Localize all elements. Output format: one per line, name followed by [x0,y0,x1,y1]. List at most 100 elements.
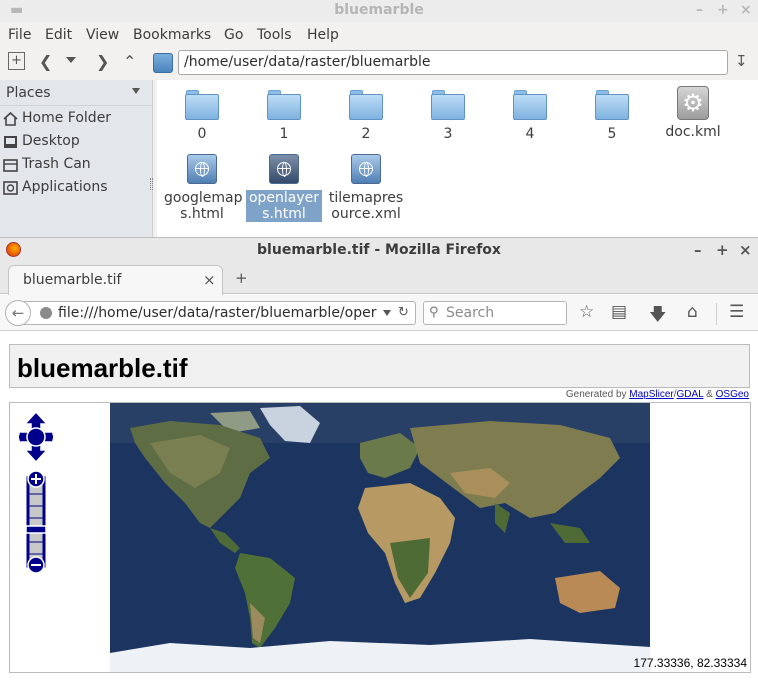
file-item-folder[interactable]: 0 [164,90,240,142]
minimize-icon[interactable]: – [694,241,702,259]
chevron-down-icon[interactable] [132,88,140,94]
maximize-icon[interactable]: + [716,241,729,259]
places-header[interactable]: Places [0,80,152,106]
tab-bluemarble[interactable]: bluemarble.tif × [8,265,223,295]
search-icon: ⚲ [429,305,439,320]
menu-tools[interactable]: Tools [257,27,292,43]
file-item-xml[interactable]: tilemapres ource.xml [328,154,404,222]
file-label: googlemap s.html [164,190,243,222]
mapslicer-link[interactable]: MapSlicer [629,389,673,400]
url-dropdown-icon[interactable] [383,310,391,316]
credit-separator: & [703,389,716,400]
file-view: 0 1 2 3 4 5 ⚙ doc.kml googlemap s.html o… [157,80,758,237]
menu-go[interactable]: Go [224,27,243,43]
folder-icon [349,90,383,120]
file-manager-window: bluemarble ▬ – + × File Edit View Bookma… [0,0,758,237]
home-location-icon[interactable] [153,53,173,73]
gdal-link[interactable]: GDAL [677,389,704,400]
url-bar[interactable]: file:///home/user/data/raster/bluemarble… [24,301,416,325]
up-icon[interactable]: ⌃ [123,52,136,71]
menu-edit[interactable]: Edit [45,27,72,43]
file-item-folder[interactable]: 3 [410,90,486,142]
url-text: file:///home/user/data/raster/bluemarble… [58,305,377,321]
file-label: 5 [607,126,617,142]
file-item-folder[interactable]: 2 [328,90,404,142]
navigation-bar: file:///home/user/data/raster/bluemarble… [0,295,758,331]
folder-icon [513,90,547,120]
bookmark-star-icon[interactable]: ☆ [579,302,594,322]
sidebar-item-trash-can[interactable]: Trash Can [0,154,152,177]
sidebar-resize-handle[interactable] [150,178,153,190]
home-icon[interactable]: ⌂ [687,302,698,322]
firefox-window: bluemarble.tif - Mozilla Firefox – + × b… [0,237,758,683]
firefox-title: bluemarble.tif - Mozilla Firefox [257,242,501,258]
file-label: 0 [197,126,207,142]
tab-close-icon[interactable]: × [203,271,216,289]
zoom-slider[interactable] [26,470,46,574]
page-content: bluemarble.tif Generated by MapSlicer/GD… [0,332,758,683]
maximize-icon[interactable]: + [717,2,729,18]
pan-control[interactable] [17,410,55,464]
menu-bar: File Edit View Bookmarks Go Tools Help [0,24,758,48]
file-label: tilemapres ource.xml [328,190,404,222]
close-icon[interactable]: × [739,241,752,259]
close-icon[interactable]: × [740,2,752,18]
new-tab-button[interactable]: + [235,269,248,287]
menu-view[interactable]: View [86,27,119,43]
sidebar-item-applications[interactable]: Applications [0,177,152,200]
reading-list-icon[interactable]: ▤ [611,302,627,322]
osgeo-link[interactable]: OSGeo [716,389,749,400]
folder-icon [267,90,301,120]
search-input[interactable] [446,304,561,322]
folder-icon [431,90,465,120]
back-icon[interactable]: ❮ [39,52,52,71]
map-viewer[interactable]: 177.33336, 82.33334 [9,402,751,673]
back-button[interactable]: ← [5,300,31,326]
history-dropdown-icon[interactable] [66,57,76,63]
world-map-image[interactable] [110,403,650,672]
file-manager-title: bluemarble [334,2,424,18]
firefox-titlebar: bluemarble.tif - Mozilla Firefox – + × [0,238,758,262]
window-menu-icon[interactable]: ▬ [10,2,23,18]
file-label: openlayer s.html [246,190,322,222]
credit-prefix: Generated by [565,389,630,400]
file-item-html-selected[interactable]: openlayer s.html [246,154,322,222]
file-item-folder[interactable]: 5 [574,90,650,142]
file-manager-titlebar: bluemarble ▬ – + × [0,0,758,22]
credit-line: Generated by MapSlicer/GDAL & OSGeo [566,389,749,400]
tab-bar: bluemarble.tif × + [0,262,758,295]
download-icon[interactable]: 🡇 [649,302,666,331]
tab-title: bluemarble.tif [23,272,122,288]
minimize-icon[interactable]: – [696,2,703,18]
file-item-folder[interactable]: 1 [246,90,322,142]
sidebar-item-home-folder[interactable]: Home Folder [0,108,152,131]
reload-icon[interactable]: ↻ [398,305,409,320]
applications-icon [3,181,18,195]
location-bar[interactable]: /home/user/data/raster/bluemarble [178,50,728,75]
file-item-html[interactable]: googlemap s.html [164,154,243,222]
menu-help[interactable]: Help [307,27,339,43]
menu-bookmarks[interactable]: Bookmarks [133,27,211,43]
file-label: doc.kml [665,124,721,140]
file-item-kml[interactable]: ⚙ doc.kml [655,86,731,140]
folder-icon [595,90,629,120]
sidebar-item-label: Trash Can [22,156,91,172]
hamburger-menu-icon[interactable]: ☰ [729,302,744,322]
search-box[interactable]: ⚲ [423,301,567,325]
globe-icon [40,307,52,319]
file-label: 3 [443,126,453,142]
new-tab-icon[interactable]: + [8,52,25,70]
forward-icon[interactable]: ❯ [96,52,109,71]
page-title: bluemarble.tif [17,353,188,383]
xml-file-icon [351,154,381,184]
gear-icon: ⚙ [677,86,709,120]
menu-file[interactable]: File [8,27,31,43]
location-go-icon[interactable]: ↧ [735,52,748,70]
page-header: bluemarble.tif [9,344,750,388]
toolbar-separator [716,303,717,325]
sidebar-item-label: Desktop [22,133,80,149]
file-item-folder[interactable]: 4 [492,90,568,142]
sidebar-item-desktop[interactable]: Desktop [0,131,152,154]
home-icon [3,112,18,126]
mouse-position-readout: 177.33336, 82.33334 [633,656,747,670]
